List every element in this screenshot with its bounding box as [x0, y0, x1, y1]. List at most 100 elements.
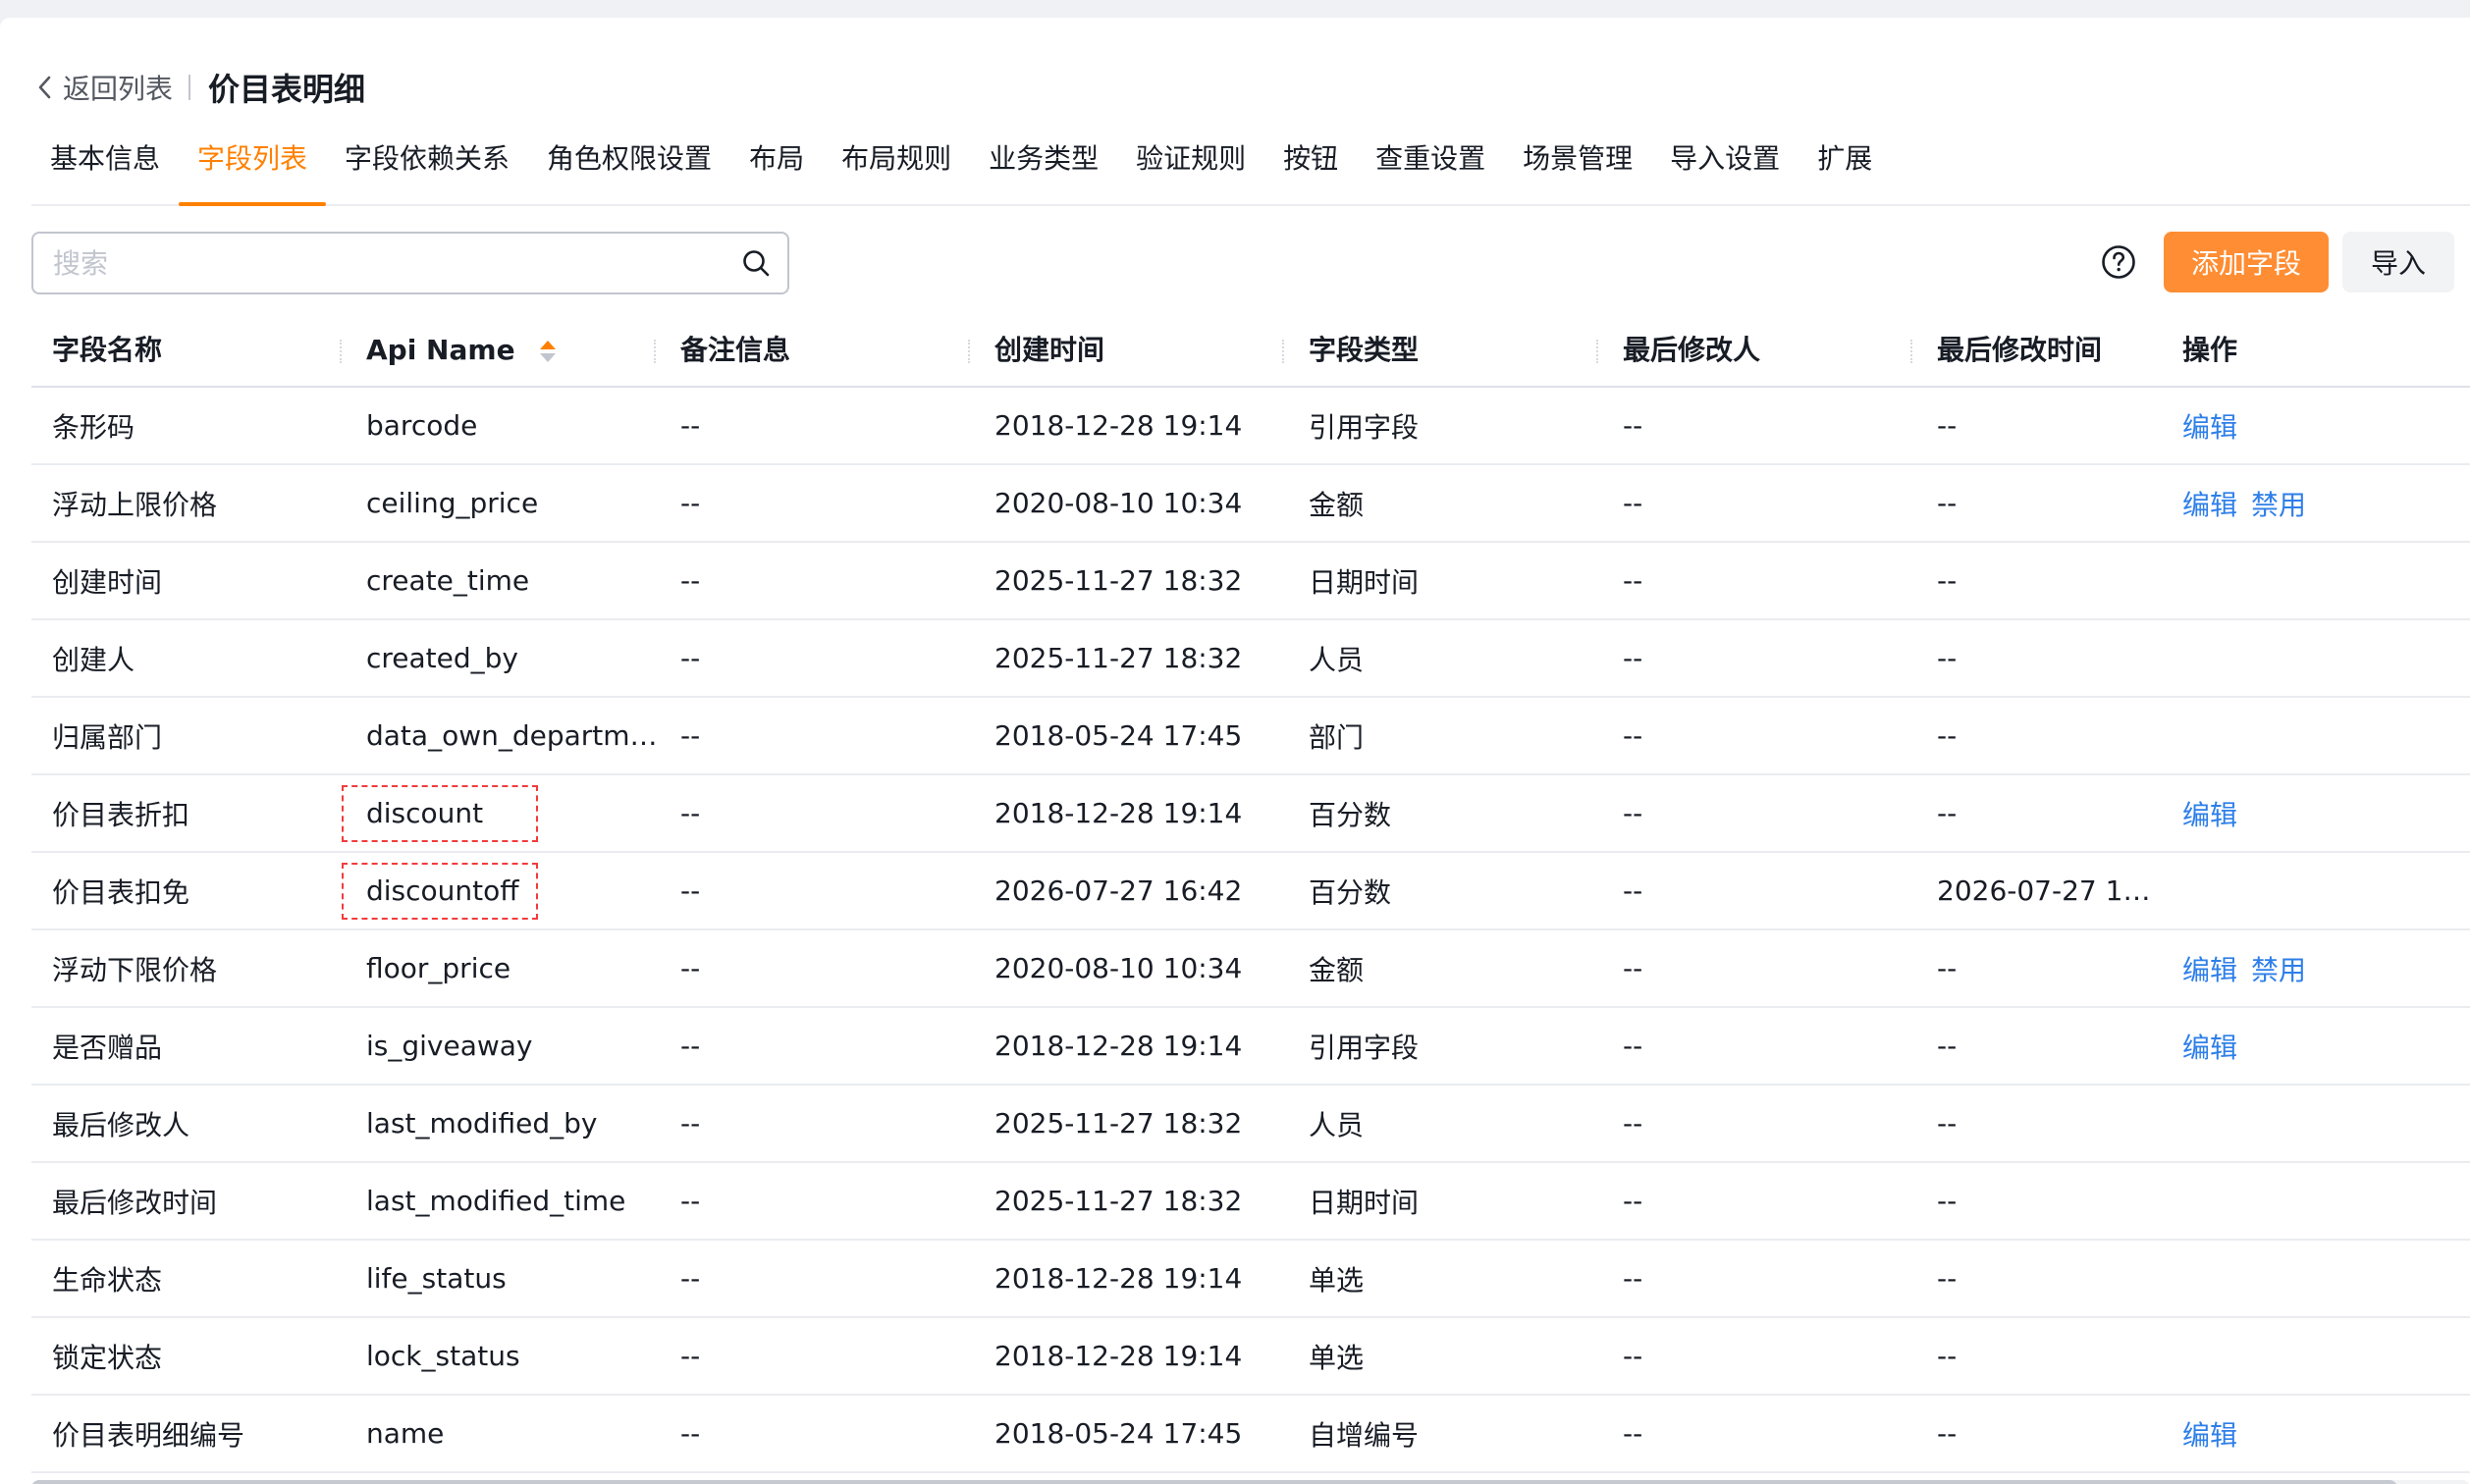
column-header-actions: 操作 — [2182, 334, 2238, 366]
tab-10[interactable]: 场景管理 — [1504, 124, 1651, 204]
actions-cell: 编辑 — [2162, 1414, 2470, 1454]
table-row: 最后修改时间 last_modified_time -- 2025-11-27 18:… — [31, 1163, 2470, 1241]
edit-link[interactable]: 编辑 — [2182, 1419, 2237, 1452]
tab-7[interactable]: 验证规则 — [1117, 124, 1264, 204]
search-box — [31, 232, 789, 294]
note-cell: -- — [680, 1107, 701, 1140]
column-resize-handle[interactable] — [1910, 340, 1912, 363]
tab-12[interactable]: 扩展 — [1799, 124, 1891, 204]
note-cell: -- — [680, 1340, 701, 1372]
tab-8[interactable]: 按钮 — [1264, 124, 1357, 204]
last-modified-time-cell: -- — [1937, 409, 1958, 442]
edit-link[interactable]: 编辑 — [2182, 1032, 2237, 1064]
tab-0[interactable]: 基本信息 — [31, 124, 179, 204]
last-modified-time-cell: -- — [1937, 564, 1958, 597]
sort-icon[interactable] — [537, 338, 559, 365]
column-resize-handle[interactable] — [1596, 340, 1598, 363]
note-cell: -- — [680, 952, 701, 984]
field-type-cell: 引用字段 — [1309, 410, 1420, 444]
api-name-cell: is_giveaway — [366, 1030, 533, 1062]
field-type-cell: 单选 — [1309, 1341, 1365, 1374]
column-resize-handle[interactable] — [968, 340, 970, 363]
import-button[interactable]: 导入 — [2342, 232, 2454, 292]
last-modifier-cell: -- — [1623, 874, 1643, 907]
created-time-cell: 2018-05-24 17:45 — [994, 719, 1243, 752]
actions-cell: 编辑 禁用 — [2162, 484, 2470, 523]
field-type-cell: 百分数 — [1309, 798, 1392, 831]
note-cell: -- — [680, 1030, 701, 1062]
field-type-cell: 日期时间 — [1309, 565, 1420, 599]
field-name-cell: 价目表折扣 — [52, 798, 190, 831]
actions-cell: 编辑 — [2162, 1027, 2470, 1066]
last-modified-time-cell: -- — [1937, 1107, 1958, 1140]
api-name-cell: create_time — [366, 564, 530, 597]
last-modified-time-cell: -- — [1937, 1262, 1958, 1295]
chevron-left-icon — [38, 76, 51, 99]
api-name-cell: name — [366, 1417, 445, 1450]
disable-link[interactable]: 禁用 — [2251, 489, 2306, 521]
column-resize-handle[interactable] — [340, 340, 342, 363]
tab-5[interactable]: 布局规则 — [823, 124, 970, 204]
api-name-cell: lock_status — [366, 1340, 520, 1372]
scrollbar-thumb[interactable] — [31, 1480, 2397, 1484]
column-header-api-name[interactable]: Api Name — [346, 314, 660, 387]
last-modified-time-cell: -- — [1937, 1185, 1958, 1217]
note-cell: -- — [680, 642, 701, 674]
field-type-cell: 单选 — [1309, 1263, 1365, 1297]
actions-cell: 编辑 — [2162, 406, 2470, 446]
last-modified-time-cell: 2026-07-27 16:42 — [1937, 874, 2162, 907]
api-name-cell: discount — [366, 797, 484, 829]
help-circle-icon[interactable] — [2101, 244, 2136, 280]
actions-cell: 编辑 禁用 — [2162, 949, 2470, 988]
column-header-last-modified-time: 最后修改时间 — [1937, 334, 2103, 366]
tab-11[interactable]: 导入设置 — [1651, 124, 1799, 204]
table-row: 价目表折扣 discount -- 2018-12-28 19:14 百分数 -- -- 编辑 — [31, 775, 2470, 853]
last-modifier-cell: -- — [1623, 952, 1643, 984]
last-modifier-cell: -- — [1623, 564, 1643, 597]
note-cell: -- — [680, 874, 701, 907]
edit-link[interactable]: 编辑 — [2182, 954, 2237, 986]
edit-link[interactable]: 编辑 — [2182, 411, 2237, 444]
disable-link[interactable]: 禁用 — [2251, 954, 2306, 986]
field-name-cell: 价目表扣免 — [52, 875, 190, 909]
field-name-cell: 是否赠品 — [52, 1031, 163, 1064]
fields-table: 字段名称 Api Name 备注信息 创建时间 字段类型 最后修改人 最后修改时… — [31, 315, 2470, 1473]
column-resize-handle[interactable] — [654, 340, 656, 363]
created-time-cell: 2018-12-28 19:14 — [994, 409, 1243, 442]
last-modifier-cell: -- — [1623, 1030, 1643, 1062]
tab-6[interactable]: 业务类型 — [970, 124, 1117, 204]
edit-link[interactable]: 编辑 — [2182, 799, 2237, 831]
api-name-cell: life_status — [366, 1262, 507, 1295]
search-icon[interactable] — [740, 247, 772, 279]
field-type-cell: 金额 — [1309, 953, 1365, 986]
tab-1[interactable]: 字段列表 — [179, 124, 327, 206]
api-name-cell: barcode — [366, 409, 478, 442]
table-row: 创建时间 create_time -- 2025-11-27 18:32 日期时间 -- -… — [31, 543, 2470, 620]
field-name-cell: 生命状态 — [52, 1263, 163, 1297]
note-cell: -- — [680, 1262, 701, 1295]
search-input[interactable] — [33, 234, 701, 292]
tab-2[interactable]: 字段依赖关系 — [326, 124, 528, 204]
tab-9[interactable]: 查重设置 — [1357, 124, 1504, 204]
created-time-cell: 2025-11-27 18:32 — [994, 1185, 1243, 1217]
table-row: 归属部门 data_own_departm… -- 2018-05-24 17:45 部… — [31, 698, 2470, 775]
back-to-list-link[interactable]: 返回列表 — [33, 68, 173, 107]
tab-3[interactable]: 角色权限设置 — [528, 124, 730, 204]
last-modifier-cell: -- — [1623, 642, 1643, 674]
note-cell: -- — [680, 1417, 701, 1450]
column-header-created-time: 创建时间 — [974, 314, 1288, 387]
tab-4[interactable]: 布局 — [730, 124, 823, 204]
created-time-cell: 2018-12-28 19:14 — [994, 797, 1243, 829]
table-row: 生命状态 life_status -- 2018-12-28 19:14 单选 -- -- — [31, 1241, 2470, 1318]
column-resize-handle[interactable] — [1282, 340, 1284, 363]
note-cell: -- — [680, 719, 701, 752]
edit-link[interactable]: 编辑 — [2182, 489, 2237, 521]
add-field-button[interactable]: 添加字段 — [2164, 232, 2329, 292]
horizontal-scrollbar[interactable] — [31, 1480, 2470, 1484]
table-row: 是否赠品 is_giveaway -- 2018-12-28 19:14 引用字段 -- -… — [31, 1008, 2470, 1086]
field-type-cell: 部门 — [1309, 720, 1365, 754]
created-time-cell: 2018-05-24 17:45 — [994, 1417, 1243, 1450]
api-name-cell: discountoff — [366, 874, 519, 907]
field-name-cell: 归属部门 — [52, 720, 163, 754]
last-modifier-cell: -- — [1623, 719, 1643, 752]
